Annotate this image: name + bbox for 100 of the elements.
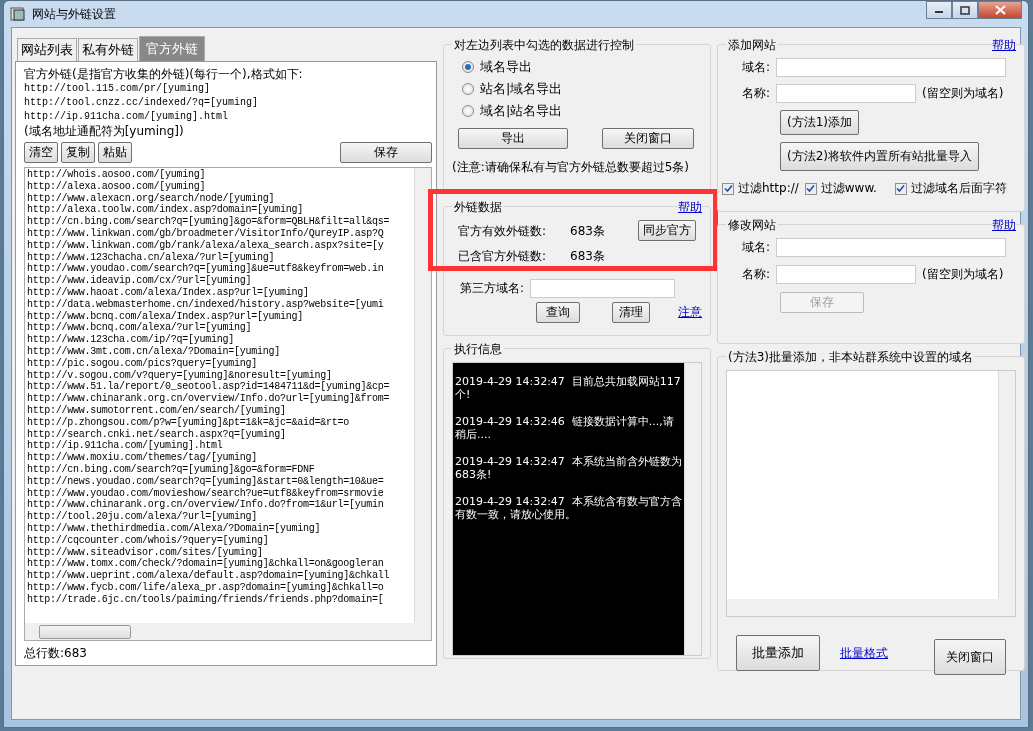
query-button[interactable]: 查询 bbox=[536, 302, 580, 323]
url-line: http://www.fycb.com/life/alexa_pr.asp?domain=[yuming]&chkall=o bbox=[27, 581, 385, 594]
radio-button[interactable] bbox=[462, 61, 474, 73]
tab[interactable]: 网站列表 bbox=[17, 38, 77, 61]
field-hint: (留空则为域名) bbox=[922, 85, 1004, 102]
url-line: http://www.moxiu.com/themes/tag/[yuming] bbox=[27, 452, 259, 464]
stat-value: 683条 bbox=[570, 223, 605, 240]
field-label: 名称: bbox=[740, 85, 770, 102]
url-line: http://www.linkwan.com/gb/rank/alexa/alexa_search.aspx?site=[y bbox=[27, 239, 385, 252]
horizontal-scrollbar[interactable] bbox=[727, 599, 1015, 616]
close-button[interactable] bbox=[978, 1, 1022, 19]
input-field[interactable] bbox=[776, 238, 1006, 257]
close-window-button[interactable]: 关闭窗口 bbox=[934, 639, 1006, 675]
toolbar-button[interactable]: 清空 bbox=[24, 142, 58, 163]
checkbox[interactable] bbox=[722, 182, 734, 195]
clean-button[interactable]: 清理 bbox=[612, 302, 650, 323]
example-url: http://tool.cnzz.cc/indexed/?q=[yuming] bbox=[24, 96, 260, 110]
log-entry: 2019-4-29 14:32:47 本系统含有数与官方含有数一致，请放心使用。 bbox=[455, 495, 682, 521]
group-title: 修改网站 bbox=[726, 217, 778, 234]
help-link[interactable]: 帮助 bbox=[992, 37, 1016, 54]
example-url: http://tool.115.com/pr/[yuming] bbox=[24, 82, 212, 96]
url-line: http://search.cnki.net/search.aspx?q=[yuming] bbox=[27, 428, 287, 440]
example-url: http://ip.911cha.com/[yuming].html bbox=[24, 110, 230, 124]
url-line: http://v.sogou.com/v?query=[yuming]&noresult=[yuming] bbox=[27, 369, 333, 381]
group-title: (方法3)批量添加，非本站群系统中设置的域名 bbox=[726, 349, 975, 366]
url-line: http://www.youdao.com/movieshow/search?ue=utf8&keyfrom=srmovie bbox=[27, 487, 385, 499]
scrollbar[interactable] bbox=[414, 168, 431, 623]
url-line: http://alexa.toolw.com/index.asp?domain=[yuming] bbox=[27, 204, 305, 216]
url-line: http://p.zhongsou.com/p?w=[yuming]&pt=1&k=&jc=&aid=&rt=o bbox=[27, 416, 351, 429]
input-field[interactable] bbox=[776, 265, 916, 284]
horizontal-scrollbar[interactable] bbox=[25, 623, 431, 640]
window-title: 网站与外链设置 bbox=[32, 5, 117, 23]
checkbox-label: 过滤http:// bbox=[738, 180, 799, 197]
url-line: http://pic.sogou.com/pics?query=[yuming] bbox=[27, 357, 259, 370]
toolbar-button[interactable]: 粘贴 bbox=[98, 142, 132, 163]
toolbar-button[interactable]: 复制 bbox=[61, 142, 95, 163]
help-link[interactable]: 帮助 bbox=[992, 217, 1016, 234]
input-field[interactable] bbox=[530, 279, 676, 298]
input-field[interactable] bbox=[776, 58, 1006, 77]
url-line: http://www.sumotorrent.com/en/search/[yuming] bbox=[27, 404, 287, 417]
batch-add-button[interactable]: 批量添加 bbox=[736, 635, 820, 671]
url-line: http://www.thethirdmedia.com/Alexa/?Domain=[yuming] bbox=[27, 522, 322, 535]
log-entry: 2019-4-29 14:32:47 本系统当前含外链数为683条! bbox=[455, 455, 682, 481]
checkbox-label: 过滤www. bbox=[820, 180, 877, 197]
total-lines: 总行数:683 bbox=[24, 645, 88, 662]
links-textarea[interactable] bbox=[24, 167, 432, 641]
checkbox-label: 过滤域名后面字符 bbox=[910, 180, 1007, 197]
url-line: http://www.51.la/report/0_seotool.asp?id=1484711&d=[yuming]&cp= bbox=[27, 381, 391, 393]
url-line: http://ip.911cha.com/[yuming].html bbox=[27, 440, 224, 452]
checkbox[interactable] bbox=[804, 182, 817, 195]
minimize-button[interactable] bbox=[926, 1, 952, 19]
url-line: http://www.tomx.com/check/?domain=[yuming]&chkall=on&googleran bbox=[27, 558, 385, 570]
url-line: http://www.alexacn.org/search/node/[yuming] bbox=[27, 192, 276, 204]
close-icon bbox=[994, 5, 1006, 15]
method1-button[interactable]: (方法1)添加 bbox=[780, 110, 859, 135]
radio-button[interactable] bbox=[462, 83, 474, 95]
maximize-button[interactable] bbox=[952, 1, 978, 19]
stat-label: 已含官方外链数: bbox=[458, 248, 548, 265]
help-link[interactable]: 帮助 bbox=[678, 199, 702, 216]
maximize-icon bbox=[960, 5, 970, 15]
notice-link[interactable]: 注意 bbox=[678, 304, 702, 321]
url-line: http://alexa.aosoo.com/[yuming] bbox=[27, 180, 207, 193]
radio-button[interactable] bbox=[462, 105, 474, 117]
url-line: http://news.youdao.com/search?q=[yuming]&start=0&length=10&ue= bbox=[27, 475, 385, 488]
field-label: 第三方域名: bbox=[460, 280, 525, 297]
url-line: http://www.bcnq.com/alexa/?url=[yuming] bbox=[27, 322, 253, 334]
wildcard-note: (域名地址通配符为[yuming]) bbox=[24, 124, 185, 139]
field-label: 域名: bbox=[740, 239, 770, 256]
url-line: http://www.youdao.com/search?q=[yuming]&ue=utf8&keyfrom=web.in bbox=[27, 263, 385, 275]
field-label: 域名: bbox=[740, 59, 770, 76]
stat-label: 官方有效外链数: bbox=[458, 223, 548, 240]
field-hint: (留空则为域名) bbox=[922, 266, 1004, 283]
url-line: http://tool.20ju.com/alexa/?url=[yuming] bbox=[27, 511, 259, 523]
sync-button[interactable]: 同步官方 bbox=[638, 220, 696, 241]
tab[interactable]: 私有外链 bbox=[78, 38, 138, 61]
checkbox[interactable] bbox=[894, 182, 907, 195]
radio-option[interactable]: 域名导出 bbox=[462, 58, 702, 76]
format-link[interactable]: 批量格式 bbox=[840, 644, 888, 662]
export-button[interactable]: 导出 bbox=[458, 128, 568, 149]
input-field[interactable] bbox=[776, 84, 916, 103]
url-line: http://www.siteadvisor.com/sites/[yuming] bbox=[27, 546, 264, 558]
radio-option[interactable]: 域名|站名导出 bbox=[462, 102, 702, 120]
app-icon bbox=[10, 6, 26, 22]
close-window-button[interactable]: 关闭窗口 bbox=[602, 128, 694, 149]
tab[interactable]: 官方外链 bbox=[139, 36, 205, 61]
url-line: http://www.ueprint.com/alexa/default.asp?domain=[yuming]&chkall bbox=[27, 570, 391, 582]
url-line: http://www.ideavip.com/cx/?url=[yuming] bbox=[27, 275, 253, 287]
url-line: http://www.3mt.com.cn/alexa/?Domain=[yuming] bbox=[27, 345, 282, 358]
radio-option[interactable]: 站名|域名导出 bbox=[462, 80, 702, 98]
url-line: http://www.haoat.com/alexa/Index.asp?url=[yuming] bbox=[27, 286, 310, 299]
url-line: http://www.bcnq.com/alexa/Index.asp?url=[yuming] bbox=[27, 310, 305, 322]
export-note: (注意:请确保私有与官方外链总数要超过5条) bbox=[452, 159, 691, 176]
format-description: 官方外链(是指官方收集的外链)(每行一个),格式如下: bbox=[24, 67, 304, 82]
group-title: 添加网站 bbox=[726, 37, 778, 54]
url-line: http://cqcounter.com/whois/?query=[yuming] bbox=[27, 534, 270, 547]
save-button[interactable]: 保存 bbox=[340, 142, 432, 163]
scrollbar[interactable] bbox=[998, 371, 1015, 599]
url-line: http://whois.aosoo.com/[yuming] bbox=[27, 169, 207, 181]
method2-button[interactable]: (方法2)将软件内置所有站批量导入 bbox=[780, 142, 979, 171]
url-line: http://trade.6jc.cn/tools/paiming/friends/friends.php?domain=[ bbox=[27, 593, 385, 606]
